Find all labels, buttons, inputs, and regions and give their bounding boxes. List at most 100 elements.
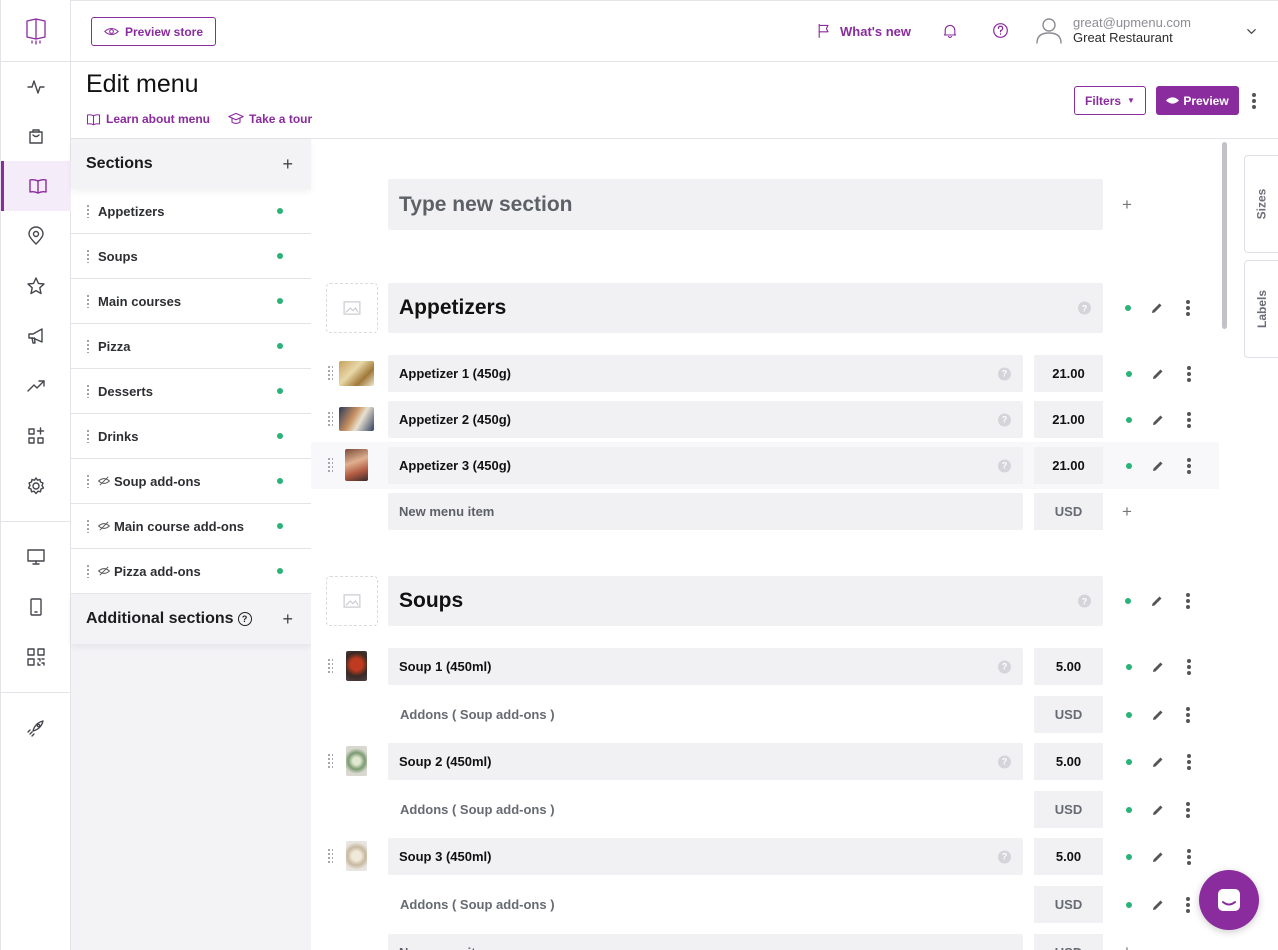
help-icon[interactable]: ?	[998, 413, 1011, 426]
status-dot[interactable]	[1126, 417, 1132, 423]
add-section-icon[interactable]: +	[282, 154, 293, 175]
menu-item-price[interactable]: 21.00	[1034, 447, 1103, 484]
section-item[interactable]: Soup add-ons	[71, 459, 311, 504]
filters-button[interactable]: Filters ▼	[1074, 86, 1146, 115]
addon-price-field[interactable]: USD	[1034, 791, 1103, 828]
nav-menu[interactable]	[1, 161, 71, 211]
new-menu-item-input[interactable]: New menu item	[388, 493, 1023, 530]
nav-apps[interactable]	[1, 411, 71, 461]
drag-handle-icon[interactable]	[86, 519, 91, 533]
drag-handle-icon[interactable]	[86, 384, 91, 398]
status-dot[interactable]	[1126, 854, 1132, 860]
section-item[interactable]: Main courses	[71, 279, 311, 324]
section-item[interactable]: Pizza add-ons	[71, 549, 311, 594]
section-item[interactable]: Soups	[71, 234, 311, 279]
menu-item-name-field[interactable]: Soup 3 (450ml) ?	[388, 838, 1023, 875]
pencil-icon[interactable]	[1151, 660, 1165, 674]
add-menu-item-icon[interactable]: +	[1122, 502, 1132, 522]
item-image[interactable]	[345, 449, 368, 481]
new-menu-item-input[interactable]: New menu item	[388, 934, 1023, 950]
whats-new-link[interactable]: What's new	[816, 23, 911, 39]
new-section-input[interactable]: Type new section	[388, 179, 1103, 230]
pencil-icon[interactable]	[1151, 413, 1165, 427]
preview-button[interactable]: Preview	[1156, 86, 1239, 115]
help-icon[interactable]: ?	[1078, 594, 1091, 608]
add-section-icon[interactable]: +	[1122, 195, 1132, 215]
addon-group-field[interactable]: Addons ( Soup add-ons )	[388, 791, 1023, 828]
section-item[interactable]: Main course add-ons	[71, 504, 311, 549]
nav-marketing[interactable]	[1, 311, 71, 361]
currency-field[interactable]: USD	[1034, 934, 1103, 950]
menu-item-name-field[interactable]: Appetizer 1 (450g) ?	[388, 355, 1023, 392]
more-options-icon[interactable]	[1186, 707, 1190, 723]
pencil-icon[interactable]	[1151, 755, 1165, 769]
tab-labels[interactable]: Labels	[1244, 260, 1278, 358]
help-icon[interactable]: ?	[998, 459, 1011, 472]
more-options-icon[interactable]	[1252, 93, 1256, 109]
drag-handle-icon[interactable]	[86, 294, 91, 308]
item-image[interactable]	[346, 841, 367, 871]
nav-mobile[interactable]	[1, 582, 71, 632]
menu-item-price[interactable]: 21.00	[1034, 401, 1103, 438]
nav-launch[interactable]	[1, 703, 71, 753]
menu-item-name-field[interactable]: Soup 2 (450ml) ?	[388, 743, 1023, 780]
help-icon[interactable]: ?	[998, 660, 1011, 673]
section-name-field[interactable]: Soups ?	[388, 576, 1103, 626]
pencil-icon[interactable]	[1151, 898, 1165, 912]
addon-price-field[interactable]: USD	[1034, 886, 1103, 923]
menu-item-name-field[interactable]: Soup 1 (450ml) ?	[388, 648, 1023, 685]
status-dot[interactable]	[1125, 305, 1131, 311]
pencil-icon[interactable]	[1151, 803, 1165, 817]
section-item[interactable]: Drinks	[71, 414, 311, 459]
more-options-icon[interactable]	[1187, 412, 1191, 428]
more-options-icon[interactable]	[1186, 300, 1190, 316]
take-a-tour-link[interactable]: Take a tour	[228, 111, 312, 127]
drag-handle-icon[interactable]	[327, 411, 333, 427]
help-icon[interactable]: ?	[237, 612, 252, 626]
pencil-icon[interactable]	[1150, 594, 1164, 608]
more-options-icon[interactable]	[1187, 849, 1191, 865]
item-image[interactable]	[339, 407, 374, 431]
status-dot[interactable]	[1125, 598, 1131, 604]
more-options-icon[interactable]	[1187, 366, 1191, 382]
item-image[interactable]	[346, 746, 367, 776]
user-menu[interactable]: great@upmenu.com Great Restaurant	[1035, 15, 1191, 45]
nav-qr[interactable]	[1, 632, 71, 682]
drag-handle-icon[interactable]	[86, 429, 91, 443]
chevron-down-icon[interactable]	[1246, 26, 1257, 37]
chat-launcher[interactable]	[1199, 870, 1259, 930]
pencil-icon[interactable]	[1151, 850, 1165, 864]
pencil-icon[interactable]	[1150, 301, 1164, 315]
section-name-field[interactable]: Appetizers ?	[388, 283, 1103, 333]
more-options-icon[interactable]	[1186, 802, 1190, 818]
currency-field[interactable]: USD	[1034, 493, 1103, 530]
add-menu-item-icon[interactable]: +	[1122, 942, 1132, 950]
pencil-icon[interactable]	[1151, 459, 1165, 473]
drag-handle-icon[interactable]	[327, 753, 333, 769]
pencil-icon[interactable]	[1151, 367, 1165, 381]
nav-website[interactable]	[1, 532, 71, 582]
help-icon[interactable]: ?	[998, 367, 1011, 380]
drag-handle-icon[interactable]	[86, 339, 91, 353]
learn-about-menu-link[interactable]: Learn about menu	[86, 111, 210, 127]
drag-handle-icon[interactable]	[327, 457, 333, 473]
nav-reports[interactable]	[1, 361, 71, 411]
status-dot[interactable]	[1126, 371, 1132, 377]
status-dot[interactable]	[1126, 902, 1132, 908]
section-image-placeholder[interactable]	[326, 576, 378, 626]
app-logo[interactable]	[1, 0, 71, 62]
menu-item-price[interactable]: 5.00	[1034, 743, 1103, 780]
nav-orders[interactable]	[1, 111, 71, 161]
pencil-icon[interactable]	[1151, 708, 1165, 722]
addon-price-field[interactable]: USD	[1034, 696, 1103, 733]
help-icon[interactable]: ?	[998, 755, 1011, 768]
more-options-icon[interactable]	[1187, 458, 1191, 474]
drag-handle-icon[interactable]	[86, 564, 91, 578]
section-item[interactable]: Appetizers	[71, 189, 311, 234]
more-options-icon[interactable]	[1186, 897, 1190, 913]
menu-item-price[interactable]: 5.00	[1034, 838, 1103, 875]
menu-item-name-field[interactable]: Appetizer 3 (450g) ?	[388, 447, 1023, 484]
add-additional-section-icon[interactable]: +	[282, 609, 293, 630]
status-dot[interactable]	[1126, 463, 1132, 469]
item-image[interactable]	[339, 361, 374, 386]
